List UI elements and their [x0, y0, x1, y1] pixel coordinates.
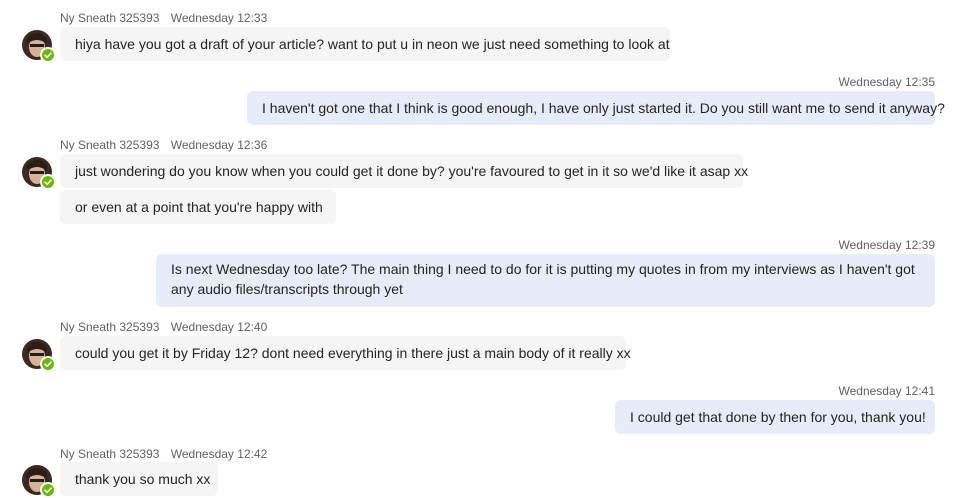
sender-name: Ny Sneath 325393	[60, 447, 160, 461]
sender-name: Ny Sneath 325393	[60, 138, 160, 152]
message-text: hiya have you got a draft of your articl…	[75, 36, 670, 52]
message-meta: Ny Sneath 325393 Wednesday 12:36	[60, 138, 267, 152]
message-text: thank you so much xx	[75, 471, 211, 487]
message-text: I could get that done by then for you, t…	[630, 409, 926, 425]
avatar[interactable]	[22, 465, 56, 498]
message-text: could you get it by Friday 12? dont need…	[75, 345, 631, 361]
timestamp: Wednesday 12:40	[170, 320, 268, 334]
avatar[interactable]	[22, 339, 56, 372]
message-meta: Ny Sneath 325393 Wednesday 12:33	[60, 11, 267, 25]
timestamp: Wednesday 12:42	[170, 447, 268, 461]
message-bubble[interactable]: or even at a point that you're happy wit…	[60, 190, 336, 224]
message-meta: Wednesday 12:41	[838, 384, 935, 398]
avatar[interactable]	[22, 30, 56, 63]
message-bubble[interactable]: I could get that done by then for you, t…	[615, 400, 935, 434]
timestamp: Wednesday 12:35	[838, 75, 935, 89]
message-bubble[interactable]: just wondering do you know when you coul…	[60, 154, 748, 188]
message-bubble[interactable]: I haven't got one that I think is good e…	[247, 91, 945, 125]
message-meta: Wednesday 12:39	[838, 238, 935, 252]
message-bubble[interactable]: could you get it by Friday 12? dont need…	[60, 336, 631, 370]
message-text: just wondering do you know when you coul…	[75, 163, 749, 179]
presence-available-icon	[40, 47, 56, 63]
message-text: Is next Wednesday too late? The main thi…	[171, 261, 915, 297]
message-text: I haven't got one that I think is good e…	[262, 100, 945, 116]
message-meta: Ny Sneath 325393 Wednesday 12:42	[60, 447, 267, 461]
presence-available-icon	[40, 174, 56, 190]
message-bubble[interactable]: hiya have you got a draft of your articl…	[60, 27, 670, 61]
timestamp: Wednesday 12:41	[838, 384, 935, 398]
presence-available-icon	[40, 482, 56, 498]
message-bubble[interactable]: Is next Wednesday too late? The main thi…	[156, 254, 935, 307]
timestamp: Wednesday 12:39	[838, 238, 935, 252]
sender-name: Ny Sneath 325393	[60, 11, 160, 25]
sender-name: Ny Sneath 325393	[60, 320, 160, 334]
message-bubble[interactable]: thank you so much xx	[60, 462, 218, 496]
message-meta: Wednesday 12:35	[838, 75, 935, 89]
timestamp: Wednesday 12:33	[170, 11, 268, 25]
presence-available-icon	[40, 356, 56, 372]
message-meta: Ny Sneath 325393 Wednesday 12:40	[60, 320, 267, 334]
avatar[interactable]	[22, 157, 56, 190]
message-text: or even at a point that you're happy wit…	[75, 199, 323, 215]
timestamp: Wednesday 12:36	[170, 138, 268, 152]
